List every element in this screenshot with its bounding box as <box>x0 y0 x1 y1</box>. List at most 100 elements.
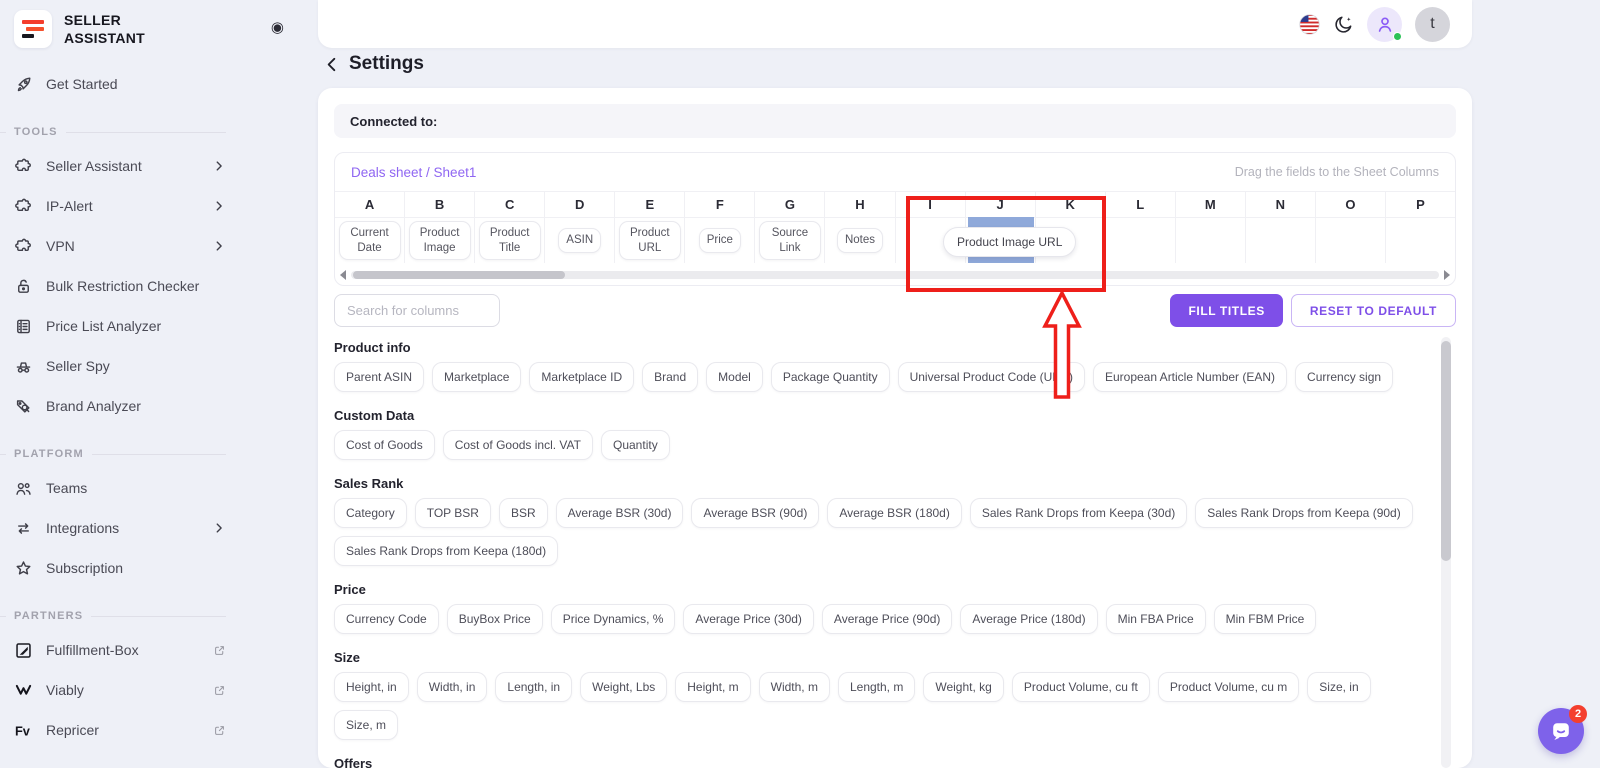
field-chip[interactable]: Sales Rank Drops from Keepa (180d) <box>334 536 559 566</box>
sidebar-section-label-tools: TOOLS <box>14 126 226 138</box>
sidebar-collapse-icon[interactable]: ◉ <box>271 18 284 36</box>
field-chip[interactable]: Currency Code <box>334 604 439 634</box>
dark-mode-moon-icon[interactable] <box>1333 14 1354 35</box>
field-chip[interactable]: Package Quantity <box>770 362 890 392</box>
sidebar-item-seller-spy[interactable]: Seller Spy <box>14 346 226 386</box>
sheet-column-cell[interactable]: Product URL <box>615 218 684 263</box>
scroll-left-arrow-icon[interactable] <box>340 270 346 280</box>
sidebar-item-ip-alert[interactable]: IP-Alert <box>14 186 226 226</box>
search-input[interactable] <box>334 294 500 327</box>
puzzle-icon <box>14 197 33 216</box>
field-chip[interactable]: Weight, Lbs <box>580 672 668 702</box>
field-chip[interactable]: Marketplace ID <box>529 362 635 392</box>
field-chip[interactable]: Parent ASIN <box>334 362 425 392</box>
sheet-column-cell[interactable]: ASIN <box>545 218 614 263</box>
sheet-field-chip[interactable]: Product URL <box>618 220 681 261</box>
field-chip[interactable]: Model <box>706 362 763 392</box>
sheet-field-chip[interactable]: ASIN <box>558 228 602 253</box>
sheet-field-chip[interactable]: Source Link <box>758 220 821 261</box>
sidebar-item-fulfillment-box[interactable]: Fulfillment-Box <box>14 630 226 670</box>
field-chip[interactable]: Height, in <box>334 672 409 702</box>
sheet-column-cell[interactable] <box>1246 218 1315 263</box>
field-chip[interactable]: Min FBA Price <box>1105 604 1206 634</box>
field-chip[interactable]: European Article Number (EAN) <box>1092 362 1288 392</box>
sheet-column-letter: E <box>615 192 685 218</box>
sheet-column-cell[interactable] <box>1386 218 1455 263</box>
sheet-column-cell[interactable]: Notes <box>825 218 894 263</box>
field-chip[interactable]: Average BSR (30d) <box>555 498 684 528</box>
field-chip[interactable]: Average BSR (180d) <box>827 498 962 528</box>
field-chip[interactable]: Average Price (30d) <box>683 604 814 634</box>
field-chip[interactable]: Quantity <box>601 430 670 460</box>
sidebar-item-seller-assistant[interactable]: Seller Assistant <box>14 146 226 186</box>
sheet-column-letter: N <box>1245 192 1315 218</box>
user-initial-avatar[interactable]: t <box>1415 6 1450 42</box>
fill-titles-button[interactable]: FILL TITLES <box>1170 294 1283 327</box>
field-chip[interactable]: Length, in <box>495 672 573 702</box>
scrollbar-thumb[interactable] <box>353 271 565 279</box>
sheet-column-cell[interactable] <box>1176 218 1245 263</box>
reset-to-default-button[interactable]: RESET TO DEFAULT <box>1290 294 1456 327</box>
topbar: t <box>318 0 1472 48</box>
field-chip[interactable]: Min FBM Price <box>1213 604 1317 634</box>
field-chip[interactable]: Product Volume, cu ft <box>1011 672 1150 702</box>
field-chip[interactable]: Universal Product Code (UPC) <box>897 362 1085 392</box>
sidebar-item-teams[interactable]: Teams <box>14 468 226 508</box>
field-chip[interactable]: Length, m <box>837 672 916 702</box>
vertical-scrollbar-thumb[interactable] <box>1441 341 1451 561</box>
field-chip[interactable]: Size, m <box>334 710 399 740</box>
sheet-field-chip[interactable]: Product Title <box>478 220 541 261</box>
sidebar-item-brand-analyzer[interactable]: Brand Analyzer <box>14 386 226 426</box>
field-chip[interactable]: Cost of Goods <box>334 430 435 460</box>
sheet-column-cell[interactable]: Price <box>685 218 754 263</box>
sidebar-item-repricer[interactable]: Fv Repricer <box>14 710 226 750</box>
back-chevron-icon[interactable] <box>324 56 339 73</box>
chat-bubble-icon <box>1553 723 1569 740</box>
language-flag-icon[interactable] <box>1299 13 1320 35</box>
field-chip[interactable]: Width, in <box>416 672 488 702</box>
field-chip[interactable]: Cost of Goods incl. VAT <box>442 430 593 460</box>
field-chip[interactable]: Product Volume, cu m <box>1157 672 1300 702</box>
sidebar-item-bulk-restriction-checker[interactable]: Bulk Restriction Checker <box>14 266 226 306</box>
field-chip[interactable]: Height, m <box>675 672 751 702</box>
field-chip[interactable]: Sales Rank Drops from Keepa (30d) <box>969 498 1188 528</box>
account-avatar[interactable] <box>1367 6 1402 42</box>
field-chip[interactable]: Average Price (180d) <box>960 604 1098 634</box>
dragged-field-chip[interactable]: Product Image URL <box>943 227 1077 257</box>
field-chip[interactable]: Weight, kg <box>923 672 1004 702</box>
sidebar-item-price-list-analyzer[interactable]: Price List Analyzer <box>14 306 226 346</box>
sheet-field-chip[interactable]: Product Image <box>408 220 471 261</box>
sidebar-item-integrations[interactable]: Integrations <box>14 508 226 548</box>
sidebar-item-viably[interactable]: Viably <box>14 670 226 710</box>
sheet-column-cell[interactable]: Current Date <box>335 218 404 263</box>
scroll-right-arrow-icon[interactable] <box>1444 270 1450 280</box>
field-chip[interactable]: Size, in <box>1307 672 1371 702</box>
field-chip[interactable]: Currency sign <box>1295 362 1394 392</box>
sheet-column-cell[interactable] <box>1106 218 1175 263</box>
sheet-field-chip[interactable]: Price <box>698 228 741 253</box>
field-chip[interactable]: Width, m <box>758 672 830 702</box>
sidebar-item-subscription[interactable]: Subscription <box>14 548 226 588</box>
sheet-field-chip[interactable]: Notes <box>836 228 883 253</box>
field-chip[interactable]: Sales Rank Drops from Keepa (90d) <box>1195 498 1413 528</box>
field-chip[interactable]: TOP BSR <box>414 498 491 528</box>
sheet-column-cell[interactable]: Product Image <box>405 218 474 263</box>
sheet-column-cell[interactable] <box>1316 218 1385 263</box>
sheet-field-chip[interactable]: Current Date <box>338 220 401 261</box>
chevron-right-icon <box>212 159 226 173</box>
chat-widget-button[interactable]: 2 <box>1538 705 1587 754</box>
field-chip[interactable]: Price Dynamics, % <box>550 604 676 634</box>
field-chip[interactable]: Average BSR (90d) <box>691 498 820 528</box>
lock-icon <box>14 277 33 296</box>
sheet-column-cell[interactable]: Product Title <box>475 218 544 263</box>
field-chip[interactable]: BuyBox Price <box>446 604 543 634</box>
sheet-breadcrumb-link[interactable]: Deals sheet / Sheet1 <box>351 165 476 180</box>
sheet-column-cell[interactable]: Source Link <box>755 218 824 263</box>
field-chip[interactable]: Category <box>334 498 407 528</box>
field-chip[interactable]: Brand <box>642 362 699 392</box>
sidebar-item-get-started[interactable]: Get Started <box>14 64 226 104</box>
field-chip[interactable]: Marketplace <box>432 362 522 392</box>
field-chip[interactable]: Average Price (90d) <box>821 604 953 634</box>
sidebar-item-vpn[interactable]: VPN <box>14 226 226 266</box>
field-chip[interactable]: BSR <box>498 498 548 528</box>
